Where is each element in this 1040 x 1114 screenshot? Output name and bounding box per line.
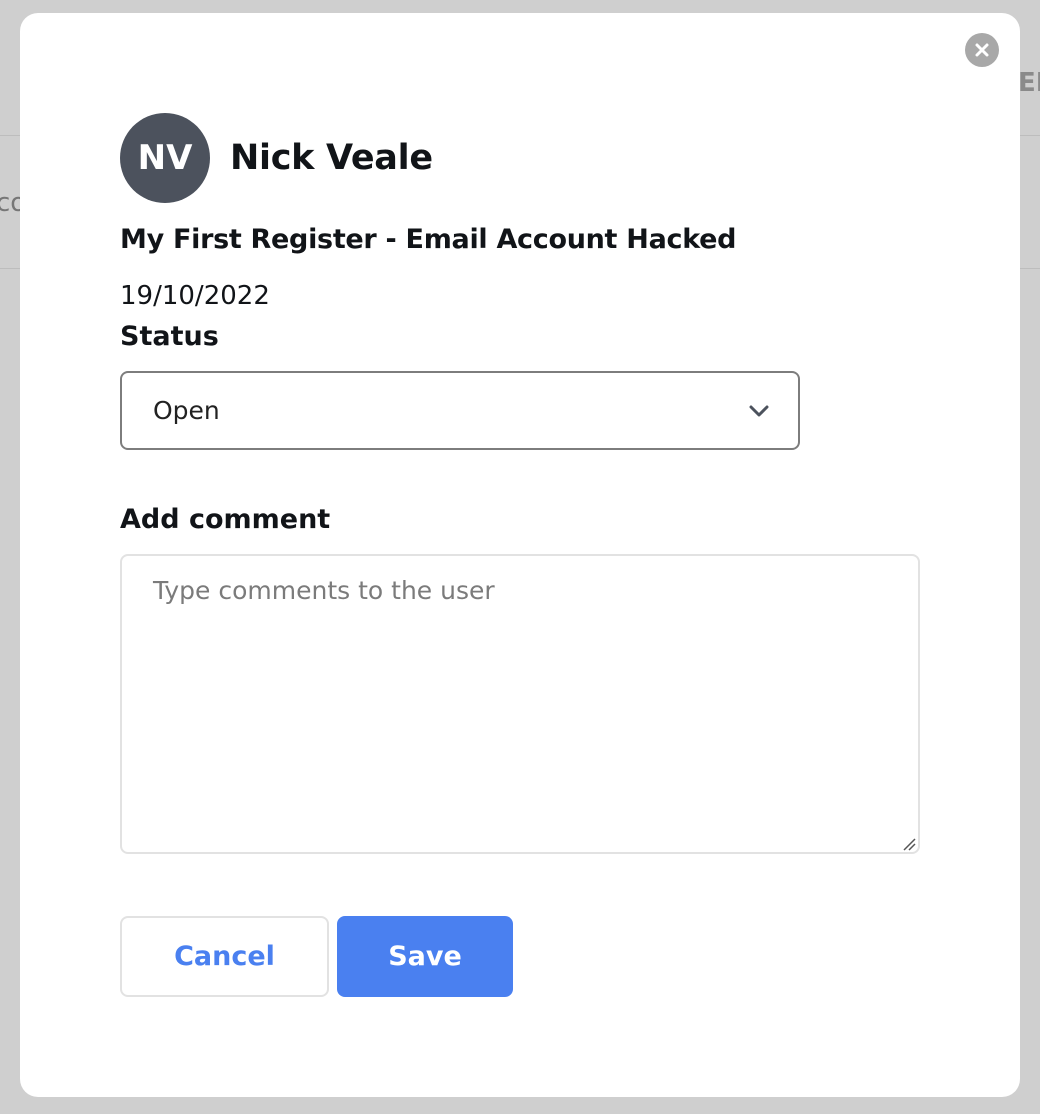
user-name: Nick Veale <box>230 138 433 178</box>
chevron-down-icon <box>749 405 769 417</box>
status-selected-value: Open <box>153 396 220 425</box>
user-header: NV Nick Veale <box>120 113 433 203</box>
comment-label: Add comment <box>120 504 331 535</box>
register-date: 19/10/2022 <box>120 281 270 311</box>
status-label: Status <box>120 321 219 352</box>
background-tab-fragment: EN <box>1018 68 1040 98</box>
comment-textarea[interactable] <box>120 554 920 854</box>
close-icon[interactable] <box>965 33 999 67</box>
resize-grip-icon[interactable] <box>900 835 916 851</box>
status-select[interactable]: Open <box>120 371 800 450</box>
cancel-button[interactable]: Cancel <box>120 916 329 997</box>
register-title: My First Register - Email Account Hacked <box>120 224 737 255</box>
save-button[interactable]: Save <box>337 916 513 997</box>
avatar: NV <box>120 113 210 203</box>
comment-modal: NV Nick Veale My First Register - Email … <box>20 13 1020 1097</box>
